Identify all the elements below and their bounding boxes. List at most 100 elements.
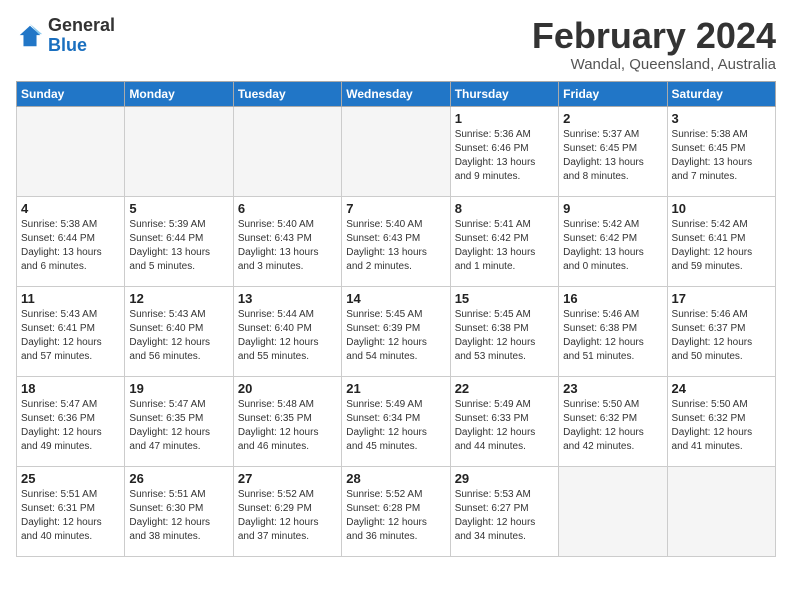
day-number: 15 <box>455 291 554 306</box>
calendar-cell: 24 Sunrise: 5:50 AMSunset: 6:32 PMDayligh… <box>667 376 775 466</box>
day-number: 1 <box>455 111 554 126</box>
day-number: 5 <box>129 201 228 216</box>
day-info: Sunrise: 5:49 AMSunset: 6:34 PMDaylight:… <box>346 398 445 454</box>
calendar-cell: 20 Sunrise: 5:48 AMSunset: 6:35 PMDayligh… <box>233 376 341 466</box>
weekday-header-tuesday: Tuesday <box>233 81 341 106</box>
day-number: 6 <box>238 201 337 216</box>
day-info: Sunrise: 5:43 AMSunset: 6:41 PMDaylight:… <box>21 308 120 364</box>
day-info: Sunrise: 5:53 AMSunset: 6:27 PMDaylight:… <box>455 488 554 544</box>
day-info: Sunrise: 5:50 AMSunset: 6:32 PMDaylight:… <box>672 398 771 454</box>
week-row-4: 18 Sunrise: 5:47 AMSunset: 6:36 PMDayligh… <box>17 376 776 466</box>
calendar-cell: 10 Sunrise: 5:42 AMSunset: 6:41 PMDayligh… <box>667 196 775 286</box>
calendar-cell <box>125 106 233 196</box>
day-info: Sunrise: 5:47 AMSunset: 6:36 PMDaylight:… <box>21 398 120 454</box>
day-info: Sunrise: 5:52 AMSunset: 6:29 PMDaylight:… <box>238 488 337 544</box>
day-number: 10 <box>672 201 771 216</box>
calendar-cell: 3Sunrise: 5:38 AMSunset: 6:45 PMDaylight… <box>667 106 775 196</box>
day-number: 16 <box>563 291 662 306</box>
day-info: Sunrise: 5:45 AMSunset: 6:38 PMDaylight:… <box>455 308 554 364</box>
logo-icon <box>16 22 44 50</box>
calendar-cell: 7 Sunrise: 5:40 AMSunset: 6:43 PMDaylight… <box>342 196 450 286</box>
calendar-cell <box>342 106 450 196</box>
day-info: Sunrise: 5:40 AMSunset: 6:43 PMDaylight:… <box>346 218 445 274</box>
calendar-cell: 23 Sunrise: 5:50 AMSunset: 6:32 PMDayligh… <box>559 376 667 466</box>
day-info: Sunrise: 5:50 AMSunset: 6:32 PMDaylight:… <box>563 398 662 454</box>
day-info: Sunrise: 5:49 AMSunset: 6:33 PMDaylight:… <box>455 398 554 454</box>
week-row-1: 1 Sunrise: 5:36 AMSunset: 6:46 PMDaylight… <box>17 106 776 196</box>
day-info: Sunrise: 5:41 AMSunset: 6:42 PMDaylight:… <box>455 218 554 274</box>
day-info: Sunrise: 5:39 AMSunset: 6:44 PMDaylight:… <box>129 218 228 274</box>
logo-blue-text: Blue <box>48 35 87 55</box>
day-number: 7 <box>346 201 445 216</box>
weekday-header-row: SundayMondayTuesdayWednesdayThursdayFrid… <box>17 81 776 106</box>
day-number: 27 <box>238 471 337 486</box>
day-number: 4 <box>21 201 120 216</box>
day-number: 28 <box>346 471 445 486</box>
week-row-2: 4 Sunrise: 5:38 AMSunset: 6:44 PMDaylight… <box>17 196 776 286</box>
weekday-header-thursday: Thursday <box>450 81 558 106</box>
calendar-cell: 15 Sunrise: 5:45 AMSunset: 6:38 PMDayligh… <box>450 286 558 376</box>
calendar-cell: 14 Sunrise: 5:45 AMSunset: 6:39 PMDayligh… <box>342 286 450 376</box>
day-info: Sunrise: 5:51 AMSunset: 6:31 PMDaylight:… <box>21 488 120 544</box>
day-info: Sunrise: 5:45 AMSunset: 6:39 PMDaylight:… <box>346 308 445 364</box>
weekday-header-wednesday: Wednesday <box>342 81 450 106</box>
day-number: 25 <box>21 471 120 486</box>
day-info: Sunrise: 5:37 AMSunset: 6:45 PMDaylight:… <box>563 128 662 184</box>
day-info: Sunrise: 5:46 AMSunset: 6:38 PMDaylight:… <box>563 308 662 364</box>
weekday-header-saturday: Saturday <box>667 81 775 106</box>
logo-general-text: General <box>48 15 115 35</box>
day-number: 21 <box>346 381 445 396</box>
day-info: Sunrise: 5:42 AMSunset: 6:41 PMDaylight:… <box>672 218 771 274</box>
calendar-cell: 28 Sunrise: 5:52 AMSunset: 6:28 PMDayligh… <box>342 466 450 556</box>
calendar-cell <box>233 106 341 196</box>
calendar-cell: 8 Sunrise: 5:41 AMSunset: 6:42 PMDaylight… <box>450 196 558 286</box>
day-number: 9 <box>563 201 662 216</box>
day-number: 18 <box>21 381 120 396</box>
day-info: Sunrise: 5:52 AMSunset: 6:28 PMDaylight:… <box>346 488 445 544</box>
title-area: February 2024 Wandal, Queensland, Austra… <box>532 16 776 73</box>
weekday-header-friday: Friday <box>559 81 667 106</box>
week-row-5: 25 Sunrise: 5:51 AMSunset: 6:31 PMDayligh… <box>17 466 776 556</box>
calendar-cell <box>667 466 775 556</box>
calendar-cell: 12Sunrise: 5:43 AMSunset: 6:40 PMDayligh… <box>125 286 233 376</box>
calendar-cell: 16 Sunrise: 5:46 AMSunset: 6:38 PMDayligh… <box>559 286 667 376</box>
day-number: 14 <box>346 291 445 306</box>
day-number: 24 <box>672 381 771 396</box>
day-number: 20 <box>238 381 337 396</box>
weekday-header-sunday: Sunday <box>17 81 125 106</box>
calendar-cell: 2 Sunrise: 5:37 AMSunset: 6:45 PMDaylight… <box>559 106 667 196</box>
day-number: 17 <box>672 291 771 306</box>
day-info: Sunrise: 5:38 AMSunset: 6:44 PMDaylight:… <box>21 218 120 274</box>
day-info: Sunrise: 5:48 AMSunset: 6:35 PMDaylight:… <box>238 398 337 454</box>
calendar-cell: 6Sunrise: 5:40 AMSunset: 6:43 PMDaylight… <box>233 196 341 286</box>
day-info: Sunrise: 5:43 AMSunset: 6:40 PMDaylight:… <box>129 308 228 364</box>
day-number: 29 <box>455 471 554 486</box>
week-row-3: 11 Sunrise: 5:43 AMSunset: 6:41 PMDayligh… <box>17 286 776 376</box>
day-info: Sunrise: 5:36 AMSunset: 6:46 PMDaylight:… <box>455 128 554 184</box>
weekday-header-monday: Monday <box>125 81 233 106</box>
location: Wandal, Queensland, Australia <box>532 56 776 73</box>
day-number: 23 <box>563 381 662 396</box>
calendar-table: SundayMondayTuesdayWednesdayThursdayFrid… <box>16 81 776 557</box>
day-number: 22 <box>455 381 554 396</box>
calendar-cell <box>17 106 125 196</box>
calendar-cell: 19 Sunrise: 5:47 AMSunset: 6:35 PMDayligh… <box>125 376 233 466</box>
calendar-cell: 4 Sunrise: 5:38 AMSunset: 6:44 PMDaylight… <box>17 196 125 286</box>
calendar-cell <box>559 466 667 556</box>
day-number: 2 <box>563 111 662 126</box>
header: General Blue February 2024 Wandal, Queen… <box>16 16 776 73</box>
day-number: 8 <box>455 201 554 216</box>
day-info: Sunrise: 5:44 AMSunset: 6:40 PMDaylight:… <box>238 308 337 364</box>
calendar-cell: 29 Sunrise: 5:53 AMSunset: 6:27 PMDayligh… <box>450 466 558 556</box>
calendar-cell: 11 Sunrise: 5:43 AMSunset: 6:41 PMDayligh… <box>17 286 125 376</box>
calendar-cell: 5 Sunrise: 5:39 AMSunset: 6:44 PMDaylight… <box>125 196 233 286</box>
day-info: Sunrise: 5:47 AMSunset: 6:35 PMDaylight:… <box>129 398 228 454</box>
day-number: 19 <box>129 381 228 396</box>
day-info: Sunrise: 5:46 AMSunset: 6:37 PMDaylight:… <box>672 308 771 364</box>
day-info: Sunrise: 5:51 AMSunset: 6:30 PMDaylight:… <box>129 488 228 544</box>
calendar-cell: 13Sunrise: 5:44 AMSunset: 6:40 PMDayligh… <box>233 286 341 376</box>
calendar-cell: 25 Sunrise: 5:51 AMSunset: 6:31 PMDayligh… <box>17 466 125 556</box>
day-number: 11 <box>21 291 120 306</box>
day-number: 3 <box>672 111 771 126</box>
calendar-cell: 18 Sunrise: 5:47 AMSunset: 6:36 PMDayligh… <box>17 376 125 466</box>
